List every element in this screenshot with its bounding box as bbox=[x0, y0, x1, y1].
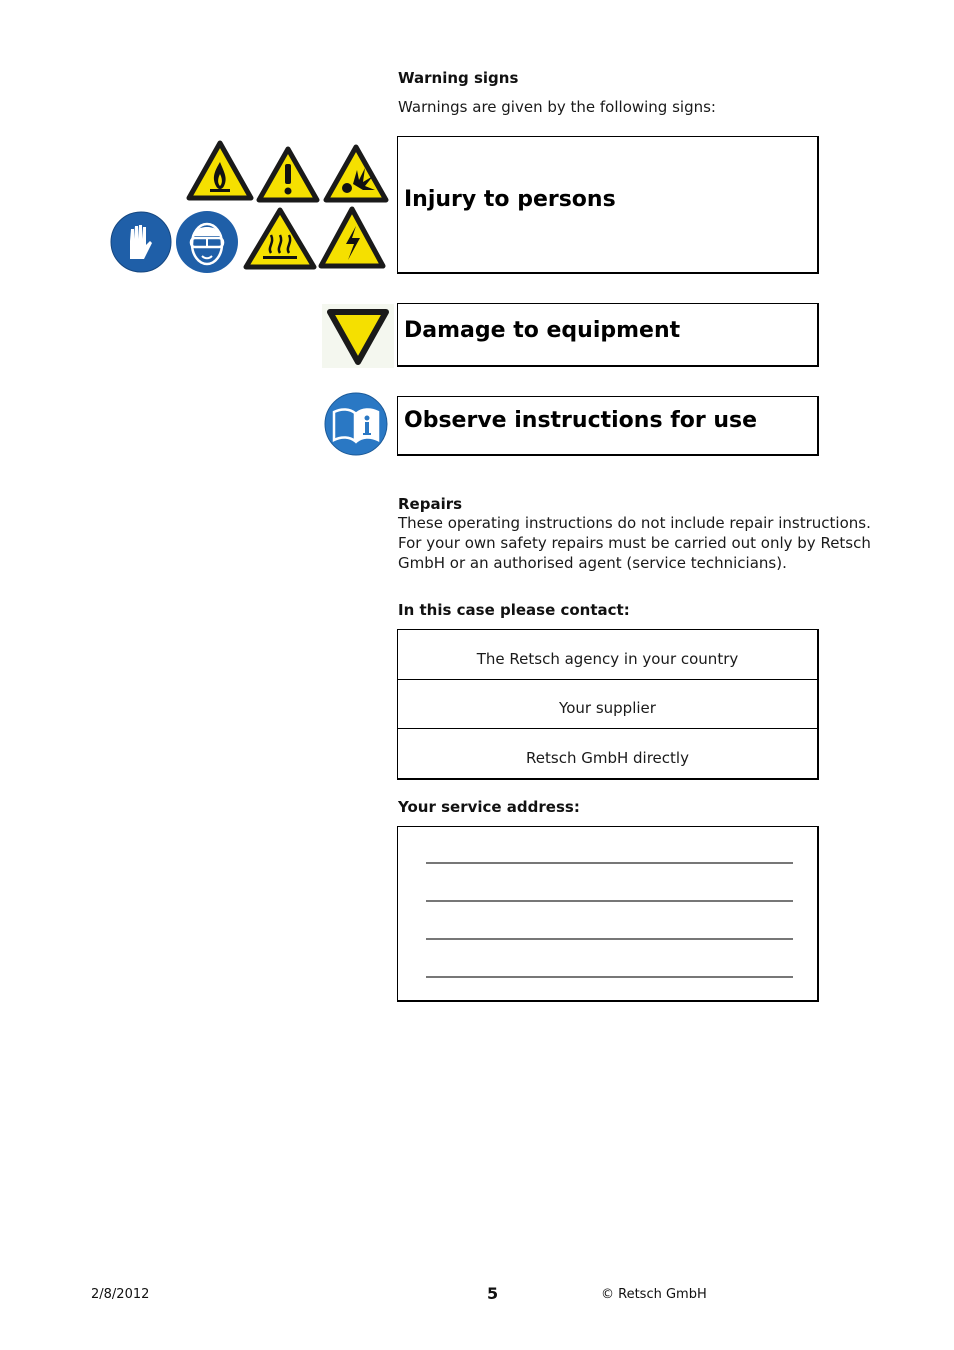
contact-heading: In this case please contact: bbox=[398, 601, 630, 619]
eye-protection-mandatory-icon bbox=[175, 210, 239, 274]
repairs-heading: Repairs bbox=[398, 495, 463, 513]
page-number: 5 bbox=[487, 1284, 499, 1303]
electric-shock-warning-icon bbox=[318, 206, 386, 270]
address-line[interactable] bbox=[426, 938, 793, 940]
footer-date: 2/8/2012 bbox=[91, 1287, 150, 1302]
service-address-heading: Your service address: bbox=[398, 798, 580, 816]
warning-signs-heading: Warning signs bbox=[398, 69, 519, 87]
service-address-box[interactable] bbox=[397, 826, 819, 1002]
injury-to-persons-box: Injury to persons bbox=[397, 136, 819, 274]
footer-copyright: © Retsch GmbH bbox=[601, 1287, 707, 1302]
contact-row: The Retsch agency in your country bbox=[398, 630, 817, 680]
injury-to-persons-label: Injury to persons bbox=[404, 187, 616, 212]
repairs-line-3: GmbH or an authorised agent (service tec… bbox=[398, 554, 787, 572]
read-instructions-icon bbox=[324, 392, 388, 456]
address-line[interactable] bbox=[426, 976, 793, 978]
gloves-mandatory-icon bbox=[110, 211, 172, 273]
address-line[interactable] bbox=[426, 900, 793, 902]
repairs-paragraph: These operating instructions do not incl… bbox=[398, 513, 871, 573]
contact-row: Your supplier bbox=[398, 680, 817, 729]
repairs-line-1: These operating instructions do not incl… bbox=[398, 514, 871, 532]
hot-surface-warning-icon bbox=[243, 207, 317, 271]
contact-table: The Retsch agency in your country Your s… bbox=[397, 629, 819, 780]
damage-to-equipment-box: Damage to equipment bbox=[397, 303, 819, 367]
observe-instructions-box: Observe instructions for use bbox=[397, 396, 819, 456]
equipment-damage-icon bbox=[322, 304, 394, 368]
fire-warning-icon bbox=[186, 140, 254, 202]
general-warning-icon bbox=[256, 146, 320, 204]
warning-signs-intro: Warnings are given by the following sign… bbox=[398, 98, 716, 116]
damage-to-equipment-label: Damage to equipment bbox=[404, 318, 681, 343]
explosion-warning-icon bbox=[323, 144, 389, 204]
contact-row: Retsch GmbH directly bbox=[526, 748, 689, 767]
observe-instructions-label: Observe instructions for use bbox=[404, 408, 758, 433]
repairs-line-2: For your own safety repairs must be carr… bbox=[398, 534, 871, 552]
address-line[interactable] bbox=[426, 862, 793, 864]
